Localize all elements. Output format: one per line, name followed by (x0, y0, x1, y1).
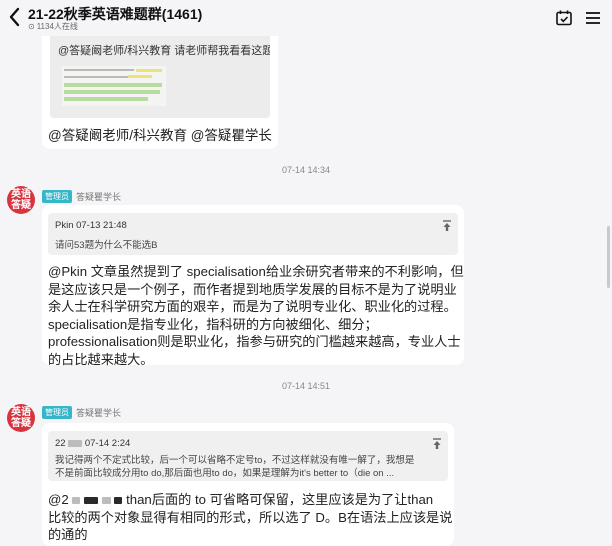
avatar-label: 英语答疑 (11, 189, 31, 211)
timestamp: 07-14 14:34 (281, 165, 331, 175)
menu-icon[interactable] (584, 9, 602, 27)
sender-name[interactable]: 答疑瞿学长 (76, 190, 121, 203)
redacted-name (72, 497, 81, 505)
online-icon: ⊙ (28, 22, 35, 31)
sender-info: 管理员 答疑瞿学长 (42, 188, 121, 204)
message-bubble[interactable]: 22 07-14 2:24 我记得两个不定式比较，后一个可以省略不定号to，不过… (42, 423, 454, 546)
redacted-name (101, 497, 111, 505)
reply-quote-header: 22 07-14 2:24 (55, 438, 131, 449)
avatar[interactable]: 英语答疑 (7, 186, 35, 214)
avatar-label: 英语答疑 (11, 407, 31, 429)
reply-quote[interactable]: Pkin 07-13 21:48 请问53题为什么不能选B (48, 213, 458, 255)
redacted-name (114, 497, 123, 505)
calendar-check-icon[interactable] (555, 9, 573, 27)
message-text: @2 than后面的 to 可省略可保留，这里应该是为了让than 比较的两个对… (48, 492, 453, 542)
avatar[interactable]: 英语答疑 (7, 404, 35, 432)
sender-name[interactable]: 答疑瞿学长 (76, 406, 121, 419)
timestamp: 07-14 14:51 (281, 381, 331, 391)
jump-to-top-icon[interactable] (432, 438, 442, 450)
chevron-left-icon[interactable] (6, 6, 24, 28)
admin-badge: 管理员 (42, 190, 72, 204)
scrollbar[interactable] (607, 226, 610, 288)
chat-header: 21-22秋季英语难题群(1461) ⊙ 1134人在线 (0, 0, 612, 36)
message-bubble[interactable]: @答疑阚老师/科兴教育 请老师帮我看看这题 @答疑阚老师/科兴教育 @答疑瞿学长 (42, 20, 278, 149)
quoted-text: @答疑阚老师/科兴教育 请老师帮我看看这题 (58, 45, 270, 57)
admin-badge: 管理员 (42, 406, 72, 420)
reply-quote[interactable]: 22 07-14 2:24 我记得两个不定式比较，后一个可以省略不定号to，不过… (48, 431, 448, 481)
message-text: @Pkin 文章虽然提到了 specialisation给业余研究者带来的不利影… (48, 264, 464, 367)
reply-quote-text: 请问53题为什么不能选B (55, 240, 158, 251)
question-image-thumbnail[interactable] (62, 66, 166, 106)
jump-to-top-icon[interactable] (442, 220, 452, 232)
message-text: @答疑阚老师/科兴教育 @答疑瞿学长 (48, 128, 272, 143)
redacted-name (68, 439, 83, 447)
reply-quote-text: 我记得两个不定式比较，后一个可以省略不定号to，不过这样就没有唯一解了，我想是 (55, 455, 415, 466)
redacted-name (84, 497, 99, 505)
message-bubble[interactable]: Pkin 07-13 21:48 请问53题为什么不能选B @Pkin 文章虽然… (42, 205, 464, 367)
reply-quote-header: Pkin 07-13 21:48 (55, 220, 127, 231)
sender-info: 管理员 答疑瞿学长 (42, 404, 121, 420)
online-count: ⊙ 1134人在线 (28, 22, 78, 31)
reply-quote-text: 不是前面比较成分用to do,那后面也用to do，如果是理解为it's bet… (55, 468, 395, 479)
